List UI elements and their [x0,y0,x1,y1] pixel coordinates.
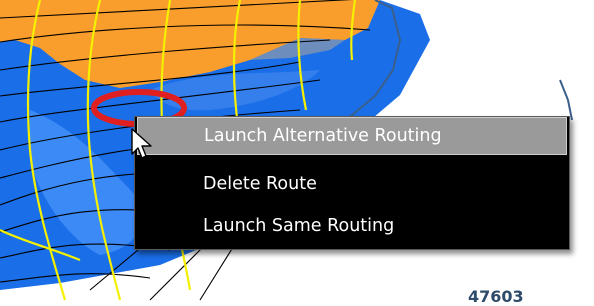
menu-item-delete-route[interactable]: Delete Route [137,165,567,203]
context-menu: Launch Alternative Routing Delete Route … [134,116,570,250]
arrow-pointer-icon [131,128,152,159]
map-label: 47603 [468,287,524,306]
menu-item-launch-same-routing[interactable]: Launch Same Routing [137,207,567,245]
menu-item-launch-alternative-routing[interactable]: Launch Alternative Routing [137,117,567,155]
